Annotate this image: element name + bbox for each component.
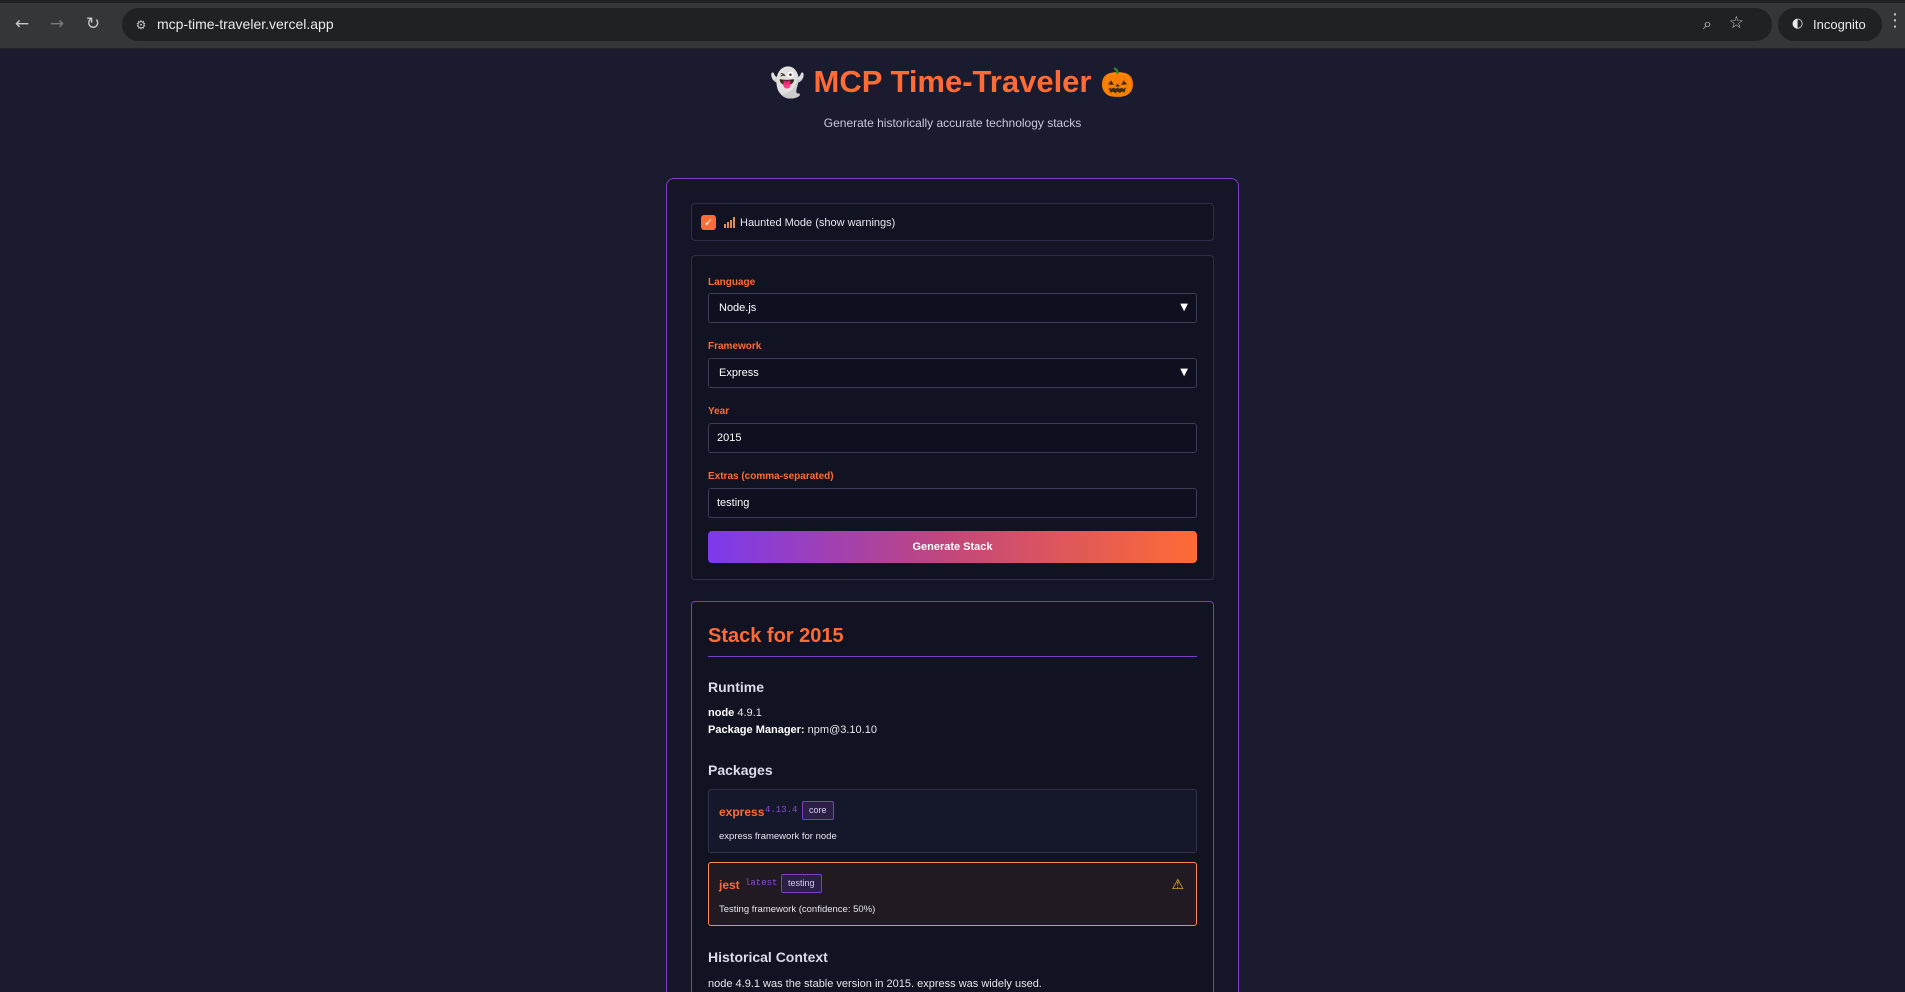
package-version: latest — [745, 878, 778, 888]
runtime-heading: Runtime — [708, 679, 764, 695]
address-bar[interactable]: ⚙ mcp-time-traveler.vercel.app ⌕ ☆ — [122, 8, 1772, 41]
chevron-down-icon: ▼ — [1180, 302, 1188, 313]
main-card: ✓ Haunted Mode (show warnings) Language … — [666, 178, 1239, 992]
language-label: Language — [708, 277, 756, 288]
incognito-label: Incognito — [1813, 17, 1866, 32]
framework-label: Framework — [708, 341, 762, 352]
divider — [708, 656, 1197, 657]
runtime-version: 4.9.1 — [737, 707, 762, 719]
bookmark-star-icon[interactable]: ☆ — [1729, 13, 1744, 33]
page-title-text: MCP Time-Traveler — [813, 64, 1092, 99]
package-manager-value: npm@3.10.10 — [807, 724, 877, 736]
result-title: Stack for 2015 — [708, 625, 844, 647]
language-value: Node.js — [719, 302, 757, 314]
reload-icon[interactable]: ↻ — [81, 12, 105, 36]
year-input[interactable]: 2015 — [708, 423, 1197, 453]
pumpkin-icon: 🎃 — [1100, 66, 1135, 99]
tab-strip — [0, 0, 1905, 3]
stack-form: Language Node.js ▼ Framework Express ▼ Y… — [691, 255, 1214, 580]
package-name: express — [719, 805, 765, 819]
package-card: express 4.13.4 core express framework fo… — [708, 789, 1197, 853]
haunted-mode-checkbox[interactable]: ✓ — [701, 215, 716, 230]
extras-label: Extras (comma-separated) — [708, 471, 834, 482]
historical-context-heading: Historical Context — [708, 949, 828, 965]
package-card-warning: jest latest testing Testing framework (c… — [708, 862, 1197, 926]
package-manager-line: Package Manager: npm@3.10.10 — [708, 724, 877, 736]
package-manager-label: Package Manager: — [708, 724, 805, 736]
zoom-icon[interactable]: ⌕ — [1703, 14, 1712, 34]
package-name: jest — [719, 878, 740, 892]
back-arrow-icon[interactable]: ← — [10, 12, 34, 36]
browser-menu-icon[interactable]: ⋮ — [1886, 10, 1904, 31]
result-panel: Stack for 2015 Runtime node 4.9.1 Packag… — [691, 601, 1214, 992]
chevron-down-icon: ▼ — [1180, 367, 1188, 378]
year-value: 2015 — [717, 432, 742, 444]
extras-value: testing — [717, 497, 750, 509]
signal-bars-icon — [724, 217, 736, 228]
browser-toolbar: ← → ↻ ⚙ mcp-time-traveler.vercel.app ⌕ ☆… — [0, 0, 1905, 49]
language-select[interactable]: Node.js ▼ — [708, 293, 1197, 323]
url-text[interactable]: mcp-time-traveler.vercel.app — [157, 16, 334, 32]
incognito-badge[interactable]: ◐ Incognito — [1778, 8, 1882, 41]
page-subtitle: Generate historically accurate technolog… — [823, 116, 1082, 130]
packages-heading: Packages — [708, 762, 773, 778]
package-description: express framework for node — [719, 831, 837, 842]
package-tag: testing — [781, 874, 822, 893]
haunted-mode-label[interactable]: Haunted Mode (show warnings) — [740, 217, 895, 229]
warning-icon: ⚠ — [1171, 877, 1184, 893]
framework-select[interactable]: Express ▼ — [708, 358, 1197, 388]
package-description: Testing framework (confidence: 50%) — [719, 904, 876, 915]
haunted-mode-panel: ✓ Haunted Mode (show warnings) — [691, 203, 1214, 241]
incognito-icon: ◐ — [1792, 16, 1804, 31]
runtime-line: node 4.9.1 — [708, 707, 762, 719]
framework-value: Express — [719, 367, 759, 379]
ghost-icon: 👻 — [770, 66, 805, 99]
package-version: 4.13.4 — [765, 805, 798, 815]
historical-context-text: node 4.9.1 was the stable version in 201… — [708, 978, 1042, 990]
generate-stack-button[interactable]: Generate Stack — [708, 531, 1197, 563]
extras-input[interactable]: testing — [708, 488, 1197, 518]
year-label: Year — [708, 406, 730, 417]
runtime-name: node — [708, 707, 735, 719]
forward-arrow-icon[interactable]: → — [45, 12, 69, 36]
page-title: 👻 MCP Time-Traveler 🎃 — [0, 64, 1905, 100]
package-tag: core — [802, 801, 834, 820]
site-settings-icon[interactable]: ⚙ — [132, 16, 150, 34]
